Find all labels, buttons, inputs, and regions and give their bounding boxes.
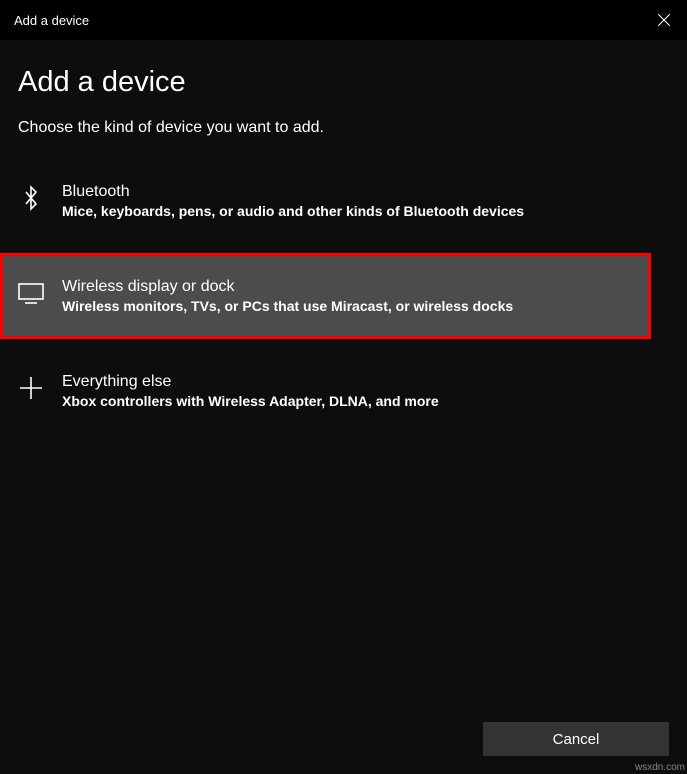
- option-bluetooth[interactable]: Bluetooth Mice, keyboards, pens, or audi…: [18, 171, 669, 231]
- option-everything-else[interactable]: Everything else Xbox controllers with Wi…: [18, 361, 669, 421]
- option-title: Wireless display or dock: [62, 278, 513, 296]
- option-text: Everything else Xbox controllers with Wi…: [62, 373, 439, 409]
- option-text: Bluetooth Mice, keyboards, pens, or audi…: [62, 183, 524, 219]
- cancel-button[interactable]: Cancel: [483, 722, 669, 756]
- titlebar: Add a device: [0, 0, 687, 40]
- option-wireless-display[interactable]: Wireless display or dock Wireless monito…: [0, 253, 651, 339]
- option-text: Wireless display or dock Wireless monito…: [62, 278, 513, 314]
- option-title: Everything else: [62, 373, 439, 391]
- plus-icon: [18, 375, 44, 401]
- page-subheading: Choose the kind of device you want to ad…: [18, 119, 669, 137]
- close-button[interactable]: [641, 0, 687, 40]
- option-title: Bluetooth: [62, 183, 524, 201]
- option-description: Wireless monitors, TVs, or PCs that use …: [62, 298, 513, 314]
- option-description: Xbox controllers with Wireless Adapter, …: [62, 393, 439, 409]
- close-icon: [658, 14, 670, 26]
- page-heading: Add a device: [18, 66, 669, 99]
- display-icon: [18, 280, 44, 306]
- watermark: wsxdn.com: [635, 762, 685, 773]
- option-description: Mice, keyboards, pens, or audio and othe…: [62, 203, 524, 219]
- titlebar-title: Add a device: [14, 13, 89, 28]
- device-options-list: Bluetooth Mice, keyboards, pens, or audi…: [18, 171, 669, 421]
- bluetooth-icon: [18, 185, 44, 211]
- content-area: Add a device Choose the kind of device y…: [0, 40, 687, 421]
- footer: Cancel: [483, 722, 669, 756]
